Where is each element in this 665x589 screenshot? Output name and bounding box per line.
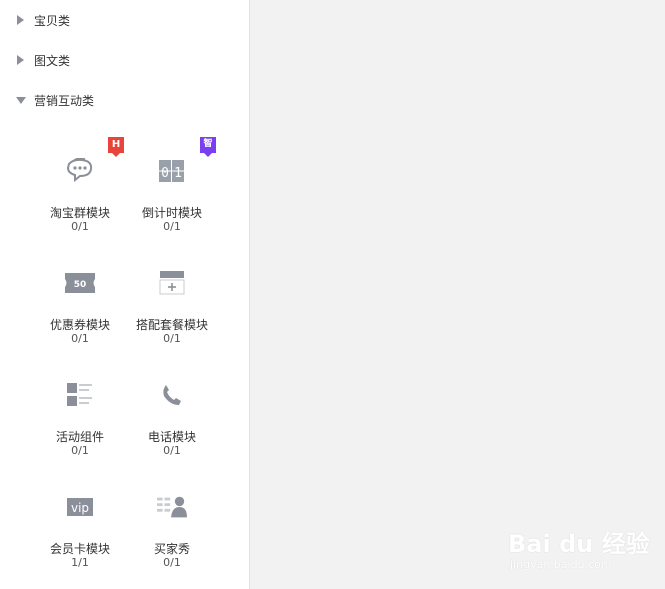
module-name: 淘宝群模块 <box>49 206 110 220</box>
module-count: 0/1 <box>71 220 89 233</box>
caret-right-icon <box>17 15 24 25</box>
hot-badge: H <box>108 137 124 157</box>
category-label: 营销互动类 <box>34 94 95 108</box>
category-label: 图文类 <box>34 54 71 68</box>
module-buyer-show[interactable]: 买家秀 0/1 <box>126 474 218 574</box>
activity-icon <box>65 380 95 410</box>
buyer-show-icon <box>157 492 187 522</box>
module-name: 电话模块 <box>147 430 196 444</box>
countdown-icon: 0 1 <box>157 156 187 186</box>
module-countdown[interactable]: 0 1 智 倒计时模块 0/1 <box>126 137 218 238</box>
module-activity[interactable]: 活动组件 0/1 <box>34 362 126 462</box>
module-count: 1/1 <box>71 556 89 569</box>
category-label: 宝贝类 <box>34 14 71 28</box>
baidu-jingyan-watermark: Bai du 经验 jingyan.baidu.com <box>508 516 658 576</box>
vip-label: vip <box>71 501 89 515</box>
watermark-main: Bai du 经验 <box>508 530 650 558</box>
smart-badge: 智 <box>200 137 216 157</box>
caret-right-icon <box>17 55 24 65</box>
module-phone[interactable]: 电话模块 0/1 <box>126 362 218 462</box>
module-count: 0/1 <box>163 220 181 233</box>
chat-icon <box>65 156 95 186</box>
watermark-sub: jingyan.baidu.com <box>510 558 612 571</box>
module-taobao-group[interactable]: H 淘宝群模块 0/1 <box>34 137 126 238</box>
module-count: 0/1 <box>71 332 89 345</box>
module-name: 活动组件 <box>55 430 104 444</box>
module-vip-card[interactable]: vip 会员卡模块 1/1 <box>34 474 126 574</box>
module-name: 优惠券模块 <box>49 318 110 332</box>
coupon-value: 50 <box>74 280 87 290</box>
combo-package-icon <box>157 268 187 298</box>
module-count: 0/1 <box>163 444 181 457</box>
module-count: 0/1 <box>163 332 181 345</box>
module-count: 0/1 <box>71 444 89 457</box>
countdown-digit-1: 1 <box>174 166 182 181</box>
coupon-icon: 50 <box>65 268 95 298</box>
module-combo-package[interactable]: 搭配套餐模块 0/1 <box>126 250 218 350</box>
module-coupon[interactable]: 50 优惠券模块 0/1 <box>34 250 126 350</box>
module-name: 搭配套餐模块 <box>135 318 208 332</box>
phone-icon <box>157 380 187 410</box>
caret-down-icon <box>16 97 26 104</box>
module-name: 会员卡模块 <box>49 542 110 556</box>
module-name: 买家秀 <box>153 542 190 556</box>
category-marketing[interactable]: 营销互动类 <box>0 88 250 112</box>
module-count: 0/1 <box>163 556 181 569</box>
category-baobei[interactable]: 宝贝类 <box>0 8 250 32</box>
module-name: 倒计时模块 <box>141 206 202 220</box>
vip-card-icon: vip <box>65 492 95 522</box>
countdown-digit-0: 0 <box>161 166 169 181</box>
module-sidebar: 宝贝类 图文类 营销互动类 H 淘宝群模块 0/1 0 1 智 倒计时模块 0/… <box>0 0 250 589</box>
category-tuwen[interactable]: 图文类 <box>0 48 250 72</box>
